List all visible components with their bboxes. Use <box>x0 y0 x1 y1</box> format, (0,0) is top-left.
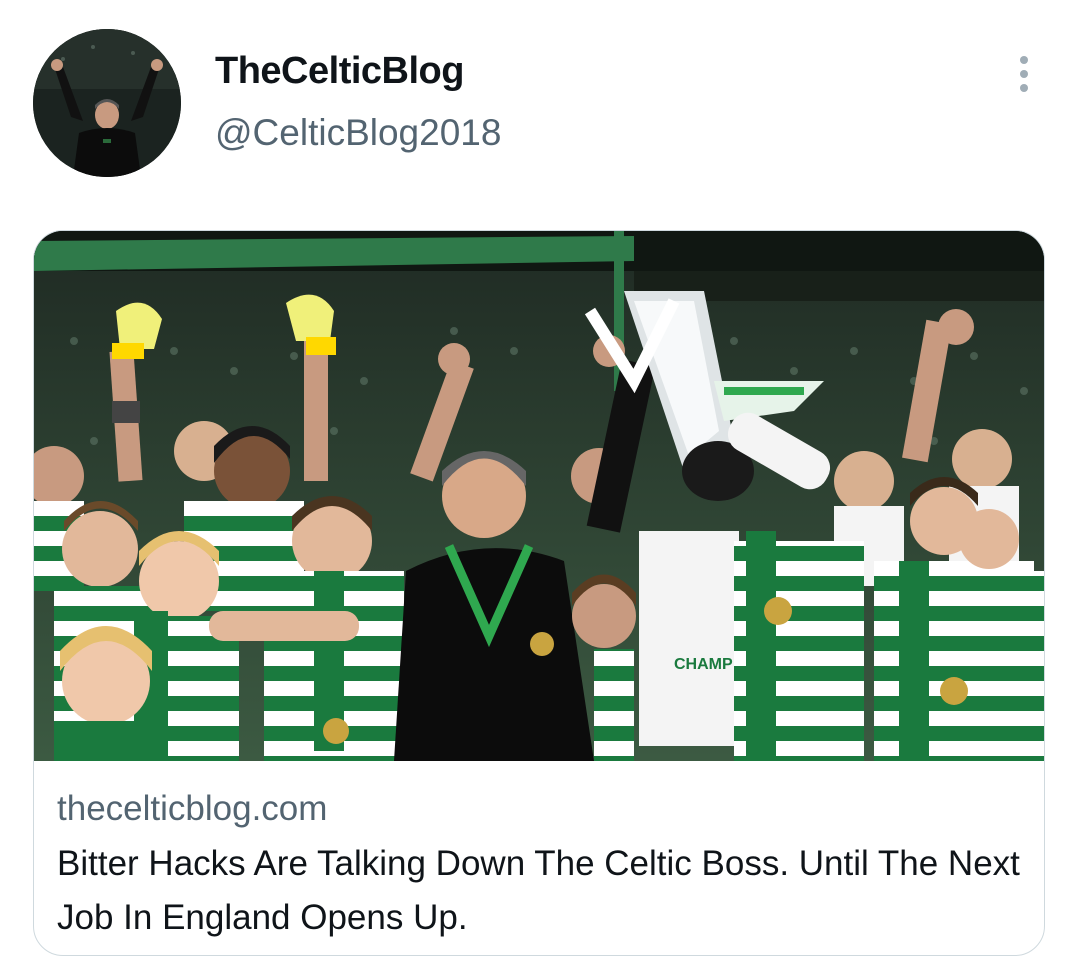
card-domain[interactable]: thecelticblog.com <box>57 787 1022 831</box>
celtic-trophy-celebration-photo: CHAMP <box>34 231 1044 761</box>
card-image[interactable]: CHAMP <box>34 231 1044 761</box>
card-text-block[interactable]: thecelticblog.com Bitter Hacks Are Talki… <box>34 761 1044 955</box>
more-options-button[interactable] <box>1006 52 1042 96</box>
tweet: TheCelticBlog @CelticBlog2018 CHAMP thec… <box>0 0 1080 976</box>
card-title[interactable]: Bitter Hacks Are Talking Down The Celtic… <box>57 837 1027 945</box>
link-preview-card[interactable]: CHAMP thecelticblog.com Bitter Hacks Are… <box>33 230 1045 956</box>
avatar-photo <box>33 29 181 177</box>
more-vertical-dots-icon <box>1020 56 1028 92</box>
avatar[interactable] <box>33 29 181 177</box>
display-name[interactable]: TheCelticBlog <box>215 50 464 93</box>
user-handle[interactable]: @CelticBlog2018 <box>215 112 501 154</box>
shirt-text: CHAMP <box>674 656 733 673</box>
